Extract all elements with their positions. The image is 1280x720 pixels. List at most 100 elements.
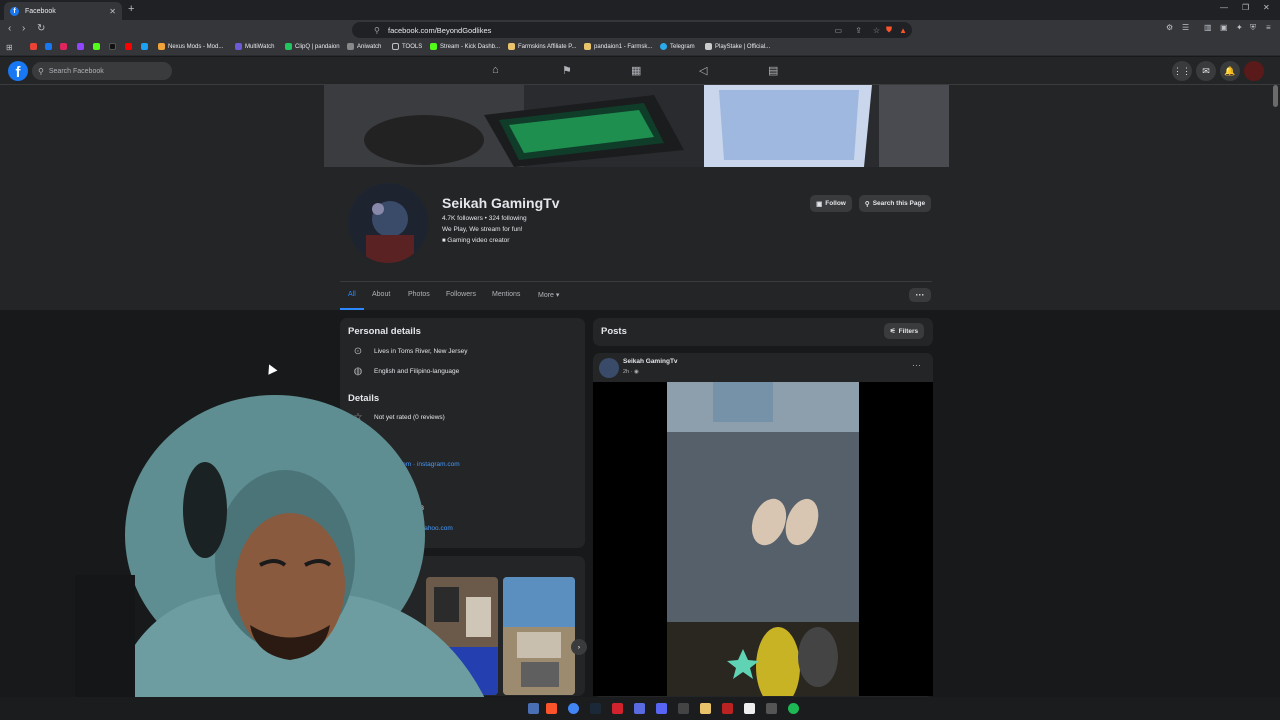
reload-icon[interactable]: ↻ (37, 23, 45, 34)
rewards-icon[interactable]: ▲ (899, 26, 907, 35)
home-icon[interactable]: ⌂ (492, 64, 499, 76)
taskbar-app-icon[interactable] (612, 703, 623, 714)
taskbar-spotify-icon[interactable] (788, 703, 799, 714)
bookmark-clipq[interactable]: ClipQ | pandaion (285, 43, 340, 50)
restore-icon[interactable]: ❐ (1242, 3, 1249, 12)
bookmark-kick-icon[interactable] (93, 43, 103, 50)
bookmark-telegram[interactable]: Telegram (660, 43, 695, 50)
search-page-button[interactable]: ⚲ Search this Page (859, 195, 931, 212)
bookmark-pandaion[interactable]: pandaion1 - Farmsk... (584, 43, 652, 50)
forward-icon[interactable]: › (22, 23, 25, 34)
brave-shield-icon[interactable]: ⛊ (886, 25, 892, 35)
cover-photo[interactable] (324, 85, 949, 167)
bookmark-globe-icon[interactable] (141, 43, 151, 50)
sidebar-icon[interactable]: ▥ (1204, 23, 1212, 32)
address-bar[interactable]: ⚲ facebook.com/BeyondGodlikes ▭ ⇪ ☆ ⛊ ▲ (352, 22, 912, 38)
bookmark-facebook-icon[interactable] (45, 43, 55, 50)
marketplace-icon[interactable]: ▤ (768, 64, 778, 77)
menu-grid-icon[interactable]: ⋮⋮ (1172, 61, 1192, 81)
close-tab-icon[interactable]: ✕ (109, 7, 116, 16)
taskbar-discord-icon[interactable] (656, 703, 667, 714)
taskbar-app5-icon[interactable] (744, 703, 755, 714)
post-author-avatar[interactable] (599, 358, 619, 378)
menu-icon[interactable]: ≡ (1266, 23, 1271, 32)
bookmark-gmail-icon[interactable] (30, 43, 40, 50)
follower-stats[interactable]: 4.7K followers • 324 following (442, 215, 527, 222)
taskbar-explorer-icon[interactable] (528, 703, 539, 714)
tab-followers[interactable]: Followers (446, 291, 476, 298)
minimize-icon[interactable]: — (1220, 3, 1228, 12)
tab-more[interactable]: More ▾ (538, 291, 559, 299)
bookmark-twitch-icon[interactable] (77, 43, 87, 50)
page-name: Seikah GamingTv (442, 195, 560, 211)
post-video[interactable] (593, 382, 933, 696)
site-info-icon[interactable]: ⚲ (374, 26, 380, 35)
tab-about[interactable]: About (372, 291, 390, 298)
tab-all[interactable]: All (348, 291, 356, 298)
messenger-icon[interactable]: ✉ (1196, 61, 1216, 81)
facebook-search-input[interactable]: ⚲ Search Facebook (32, 62, 172, 80)
bookmark-aniwatch[interactable]: Aniwatch (347, 43, 381, 50)
next-photo-button[interactable]: › (571, 639, 587, 655)
apps-icon[interactable]: ⊞ (6, 43, 13, 52)
bookmarks-bar: ⊞ Nexus Mods - Mod... MultiWatch ClipQ |… (0, 40, 1280, 56)
more-options-button[interactable]: ··· (909, 288, 931, 302)
bookmark-red-icon[interactable] (60, 43, 70, 50)
bookmark-multiwatch[interactable]: MultiWatch (235, 43, 274, 50)
photo-thumbnail[interactable] (503, 577, 575, 695)
star-icon[interactable]: ☆ (873, 26, 880, 35)
video-icon[interactable]: ▦ (631, 64, 641, 77)
account-avatar[interactable] (1244, 61, 1264, 81)
tab-mentions[interactable]: Mentions (492, 291, 520, 298)
profile-divider (340, 281, 932, 282)
language-text: English and Filipino-language (374, 368, 460, 375)
chevron-down-icon: ▾ (555, 292, 560, 299)
history-icon[interactable]: ☰ (1182, 23, 1189, 32)
bookmark-playstake[interactable]: PlayStake | Official... (705, 43, 770, 50)
facebook-logo-icon[interactable]: f (8, 61, 28, 81)
links-text[interactable]: youtube.com · instagram.com (374, 461, 460, 468)
bookmark-tools-folder[interactable]: TOOLS (392, 43, 422, 50)
phone-row: 1 848-420-0698 (378, 505, 424, 512)
language-icon: ◍ (353, 366, 363, 377)
post-options-icon[interactable]: ··· (912, 360, 921, 370)
bookmark-farmskins[interactable]: Farmskins Affiliate P... (508, 43, 576, 50)
taskbar-app3-icon[interactable] (700, 703, 711, 714)
extensions-icon[interactable]: ⚙ (1166, 23, 1173, 32)
taskbar-brave-icon[interactable] (546, 703, 557, 714)
close-window-icon[interactable]: ✕ (1263, 3, 1270, 12)
taskbar-chrome-icon[interactable] (568, 703, 579, 714)
taskbar-app4-icon[interactable] (722, 703, 733, 714)
location-pin-icon: ⊙ (353, 346, 363, 357)
megaphone-icon[interactable]: ◁ (699, 64, 707, 77)
back-icon[interactable]: ‹ (8, 23, 11, 34)
taskbar-app2-icon[interactable] (634, 703, 645, 714)
follow-icon: ▣ (816, 200, 823, 208)
filters-button[interactable]: ⚟ Filters (884, 323, 924, 339)
browser-tab[interactable]: f Facebook ✕ (4, 2, 122, 20)
taskbar-app6-icon[interactable] (766, 703, 777, 714)
vpn-icon[interactable]: ⛨ (1250, 23, 1256, 33)
email-text[interactable]: m.gelo322@yahoo.com (384, 525, 453, 532)
ai-icon[interactable]: ✦ (1236, 23, 1243, 32)
post-author[interactable]: Seikah GamingTv (623, 358, 678, 365)
follow-button[interactable]: ▣ Follow (810, 195, 852, 212)
photo-thumbnail[interactable] (426, 577, 498, 695)
profile-avatar[interactable] (346, 181, 430, 265)
bookmark-youtube-icon[interactable] (125, 43, 135, 50)
active-tab-indicator (340, 308, 364, 310)
new-tab-icon[interactable]: + (128, 3, 134, 15)
cast-icon[interactable]: ▭ (834, 26, 842, 35)
bookmark-nexus[interactable]: Nexus Mods - Mod... (158, 43, 223, 50)
page-scrollbar[interactable] (1273, 85, 1278, 107)
taskbar-steam-icon[interactable] (590, 703, 601, 714)
category-text: Gaming video creator (447, 237, 510, 244)
bookmark-tiktok-icon[interactable] (109, 43, 119, 50)
wallet-icon[interactable]: ▣ (1220, 23, 1228, 32)
share-icon[interactable]: ⇪ (855, 26, 862, 35)
taskbar-obs-icon[interactable] (678, 703, 689, 714)
tab-photos[interactable]: Photos (408, 291, 430, 298)
notifications-icon[interactable]: 🔔 (1220, 61, 1240, 81)
flag-icon[interactable]: ⚑ (562, 64, 572, 77)
bookmark-kick-dashboard[interactable]: Stream - Kick Dashb... (430, 43, 500, 50)
